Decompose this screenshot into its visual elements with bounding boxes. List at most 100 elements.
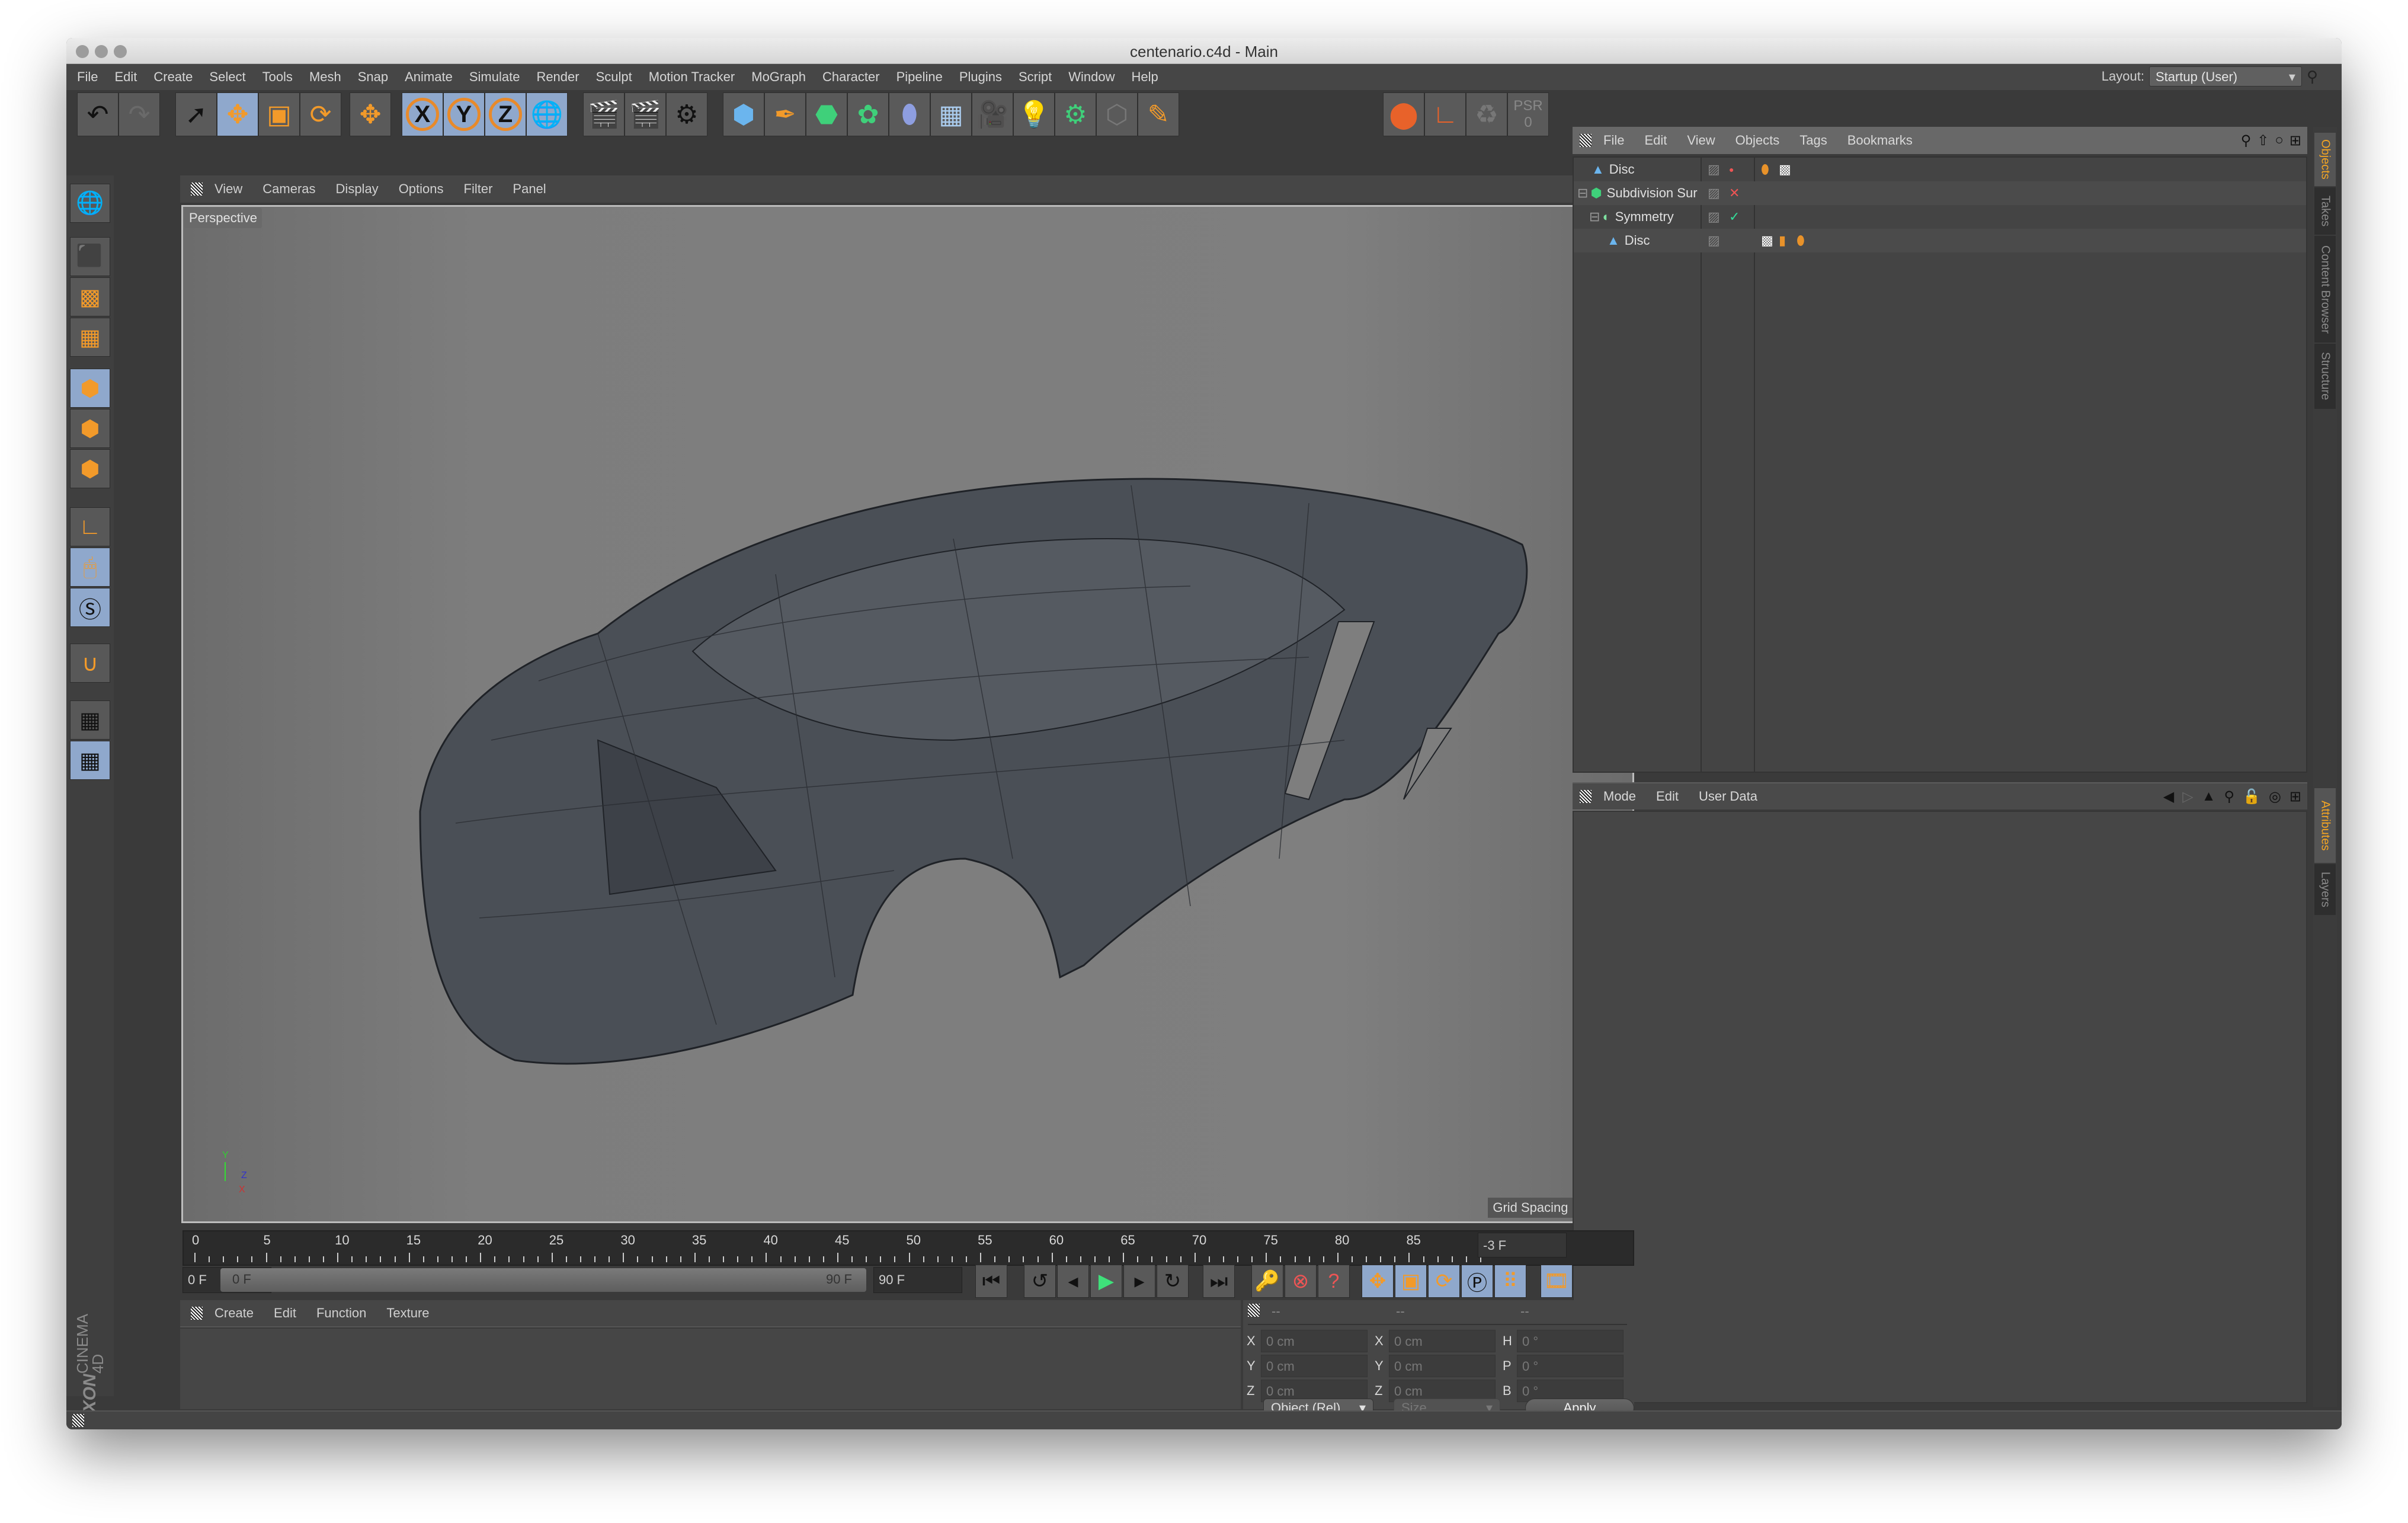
search-icon[interactable]: ⚲ <box>2224 788 2234 805</box>
psr-value-icon[interactable]: PSR 0 <box>1507 92 1549 136</box>
forward-arrow-icon[interactable]: ▷ <box>2182 788 2193 805</box>
lock-icon[interactable]: 🔓 <box>2243 788 2260 805</box>
psr-lock-icon[interactable]: ⬤ <box>1383 92 1424 136</box>
autokey-icon[interactable]: ⊗ <box>1285 1265 1317 1298</box>
viewport-menu-cameras[interactable]: Cameras <box>262 181 315 197</box>
menu-motion-tracker[interactable]: Motion Tracker <box>649 69 735 85</box>
axis-icon[interactable]: ∟ <box>1424 92 1466 136</box>
visibility-dot-icon[interactable]: ● <box>1729 165 1734 174</box>
disabled-x-icon[interactable]: ✕ <box>1729 185 1740 201</box>
object-row[interactable]: ⊟ ◐ Symmetry ▨ ✓ <box>1574 205 2306 229</box>
material-menu-edit[interactable]: Edit <box>274 1306 296 1321</box>
select-tool-icon[interactable]: ➚ <box>175 92 217 136</box>
goto-end-icon[interactable]: ⏭ <box>1203 1265 1235 1298</box>
menu-animate[interactable]: Animate <box>405 69 453 85</box>
render-view-icon[interactable]: 🎬 <box>583 92 625 136</box>
panel-grip-icon[interactable] <box>191 1307 203 1320</box>
world-coordinate-icon[interactable]: 🌐 <box>526 92 568 136</box>
current-frame-field[interactable]: -3 F <box>1478 1233 1567 1258</box>
sketch-icon[interactable]: ✎ <box>1138 92 1179 136</box>
new-panel-icon[interactable]: ⊞ <box>2289 132 2301 149</box>
viewport-menu-view[interactable]: View <box>214 181 242 197</box>
new-panel-icon[interactable]: ⊞ <box>2289 788 2301 805</box>
frame-range-slider[interactable]: 0 F 90 F <box>220 1268 866 1292</box>
panel-grip-icon[interactable] <box>72 1414 84 1427</box>
tab-takes[interactable]: Takes <box>2314 187 2336 235</box>
edges-mode-icon[interactable]: ⬢ <box>70 409 110 448</box>
material-menu-texture[interactable]: Texture <box>386 1306 429 1321</box>
enabled-check-icon[interactable]: ✓ <box>1729 209 1740 225</box>
array-icon[interactable]: ✿ <box>847 92 889 136</box>
viewport-menu-options[interactable]: Options <box>399 181 444 197</box>
menu-simulate[interactable]: Simulate <box>469 69 520 85</box>
attributes-menu-mode[interactable]: Mode <box>1603 789 1636 804</box>
prev-frame-icon[interactable]: ◂ <box>1057 1265 1089 1298</box>
scene-icon[interactable]: ⚙ <box>1055 92 1096 136</box>
record-keys-icon[interactable]: 🔑 <box>1251 1265 1283 1298</box>
size-x-field[interactable]: 0 cm <box>1389 1330 1496 1352</box>
z-axis-button[interactable]: Z <box>485 92 526 136</box>
redo-icon[interactable]: ↷ <box>119 92 160 136</box>
x-axis-button[interactable]: X <box>402 92 443 136</box>
material-menu-create[interactable]: Create <box>214 1306 254 1321</box>
points-mode-icon[interactable]: ⬢ <box>70 369 110 408</box>
solo-icon[interactable]: Ⓢ <box>70 588 110 627</box>
menu-pipeline[interactable]: Pipeline <box>896 69 943 85</box>
viewport-menu-display[interactable]: Display <box>336 181 379 197</box>
goto-start-icon[interactable]: ⏮ <box>975 1265 1007 1298</box>
tweak-icon[interactable]: 🖱 <box>70 548 110 587</box>
play-icon[interactable]: ▶ <box>1090 1265 1122 1298</box>
next-frame-icon[interactable]: ▸ <box>1123 1265 1155 1298</box>
scale-tool-icon[interactable]: ▣ <box>258 92 300 136</box>
rot-h-field[interactable]: 0 ° <box>1517 1330 1624 1352</box>
cube-icon[interactable]: ⬢ <box>723 92 764 136</box>
recycle-icon[interactable]: ♻ <box>1466 92 1507 136</box>
object-name[interactable]: Subdivision Sur <box>1607 185 1698 201</box>
edit-toggle-icon[interactable]: ▨ <box>1708 209 1720 225</box>
panel-grip-icon[interactable] <box>1580 790 1592 803</box>
planar-workplane-icon[interactable]: ▦ <box>70 741 110 780</box>
menu-render[interactable]: Render <box>536 69 579 85</box>
camera-icon[interactable]: 🎥 <box>972 92 1013 136</box>
last-tool-icon[interactable]: ✥ <box>350 92 391 136</box>
menu-tools[interactable]: Tools <box>262 69 293 85</box>
polygons-mode-icon[interactable]: ⬢ <box>70 449 110 488</box>
goto-prev-key-icon[interactable]: ↺ <box>1024 1265 1056 1298</box>
generator-icon[interactable]: ⬡ <box>1096 92 1138 136</box>
object-name[interactable]: Disc <box>1625 233 1650 248</box>
menu-plugins[interactable]: Plugins <box>959 69 1002 85</box>
objects-menu-tags[interactable]: Tags <box>1799 133 1827 148</box>
material-manager[interactable] <box>180 1329 1241 1409</box>
home-icon[interactable]: ⇧ <box>2257 132 2269 149</box>
texture-mode-icon[interactable]: ▩ <box>70 277 110 316</box>
key-rotation-icon[interactable]: ⟳ <box>1428 1265 1460 1298</box>
floor-icon[interactable]: ▦ <box>930 92 972 136</box>
light-icon[interactable]: 💡 <box>1013 92 1055 136</box>
tab-objects[interactable]: Objects <box>2314 133 2336 186</box>
objects-menu-view[interactable]: View <box>1687 133 1715 148</box>
menu-help[interactable]: Help <box>1132 69 1158 85</box>
pen-icon[interactable]: ✒ <box>764 92 806 136</box>
attributes-menu-user-data[interactable]: User Data <box>1699 789 1757 804</box>
objects-menu-bookmarks[interactable]: Bookmarks <box>1847 133 1913 148</box>
up-arrow-icon[interactable]: ▲ <box>2202 788 2216 805</box>
key-pla-icon[interactable]: ⠿ <box>1494 1265 1526 1298</box>
menu-window[interactable]: Window <box>1068 69 1115 85</box>
render-settings-icon[interactable]: ⚙ <box>666 92 707 136</box>
phong-tag-icon[interactable]: ⬮ <box>1797 233 1805 248</box>
rotate-tool-icon[interactable]: ⟳ <box>300 92 341 136</box>
menu-character[interactable]: Character <box>822 69 880 85</box>
objects-menu-edit[interactable]: Edit <box>1644 133 1667 148</box>
object-row[interactable]: ▲ Disc ▨ ▩ ▮ ⬮ <box>1574 229 2306 252</box>
render-picture-viewer-icon[interactable]: 🎬 <box>625 92 666 136</box>
model-mode-icon[interactable]: ⬛ <box>70 237 110 276</box>
scheme-icon[interactable]: 🎞 <box>1541 1265 1573 1298</box>
object-row[interactable]: ▲ Disc ▨ ● ⬮ ▩ <box>1574 158 2306 181</box>
menu-script[interactable]: Script <box>1019 69 1052 85</box>
lock-workplane-icon[interactable]: ▦ <box>70 700 110 740</box>
panel-grip-icon[interactable] <box>191 183 203 196</box>
uvw-tag-icon[interactable]: ▮ <box>1779 233 1786 248</box>
menu-mograph[interactable]: MoGraph <box>751 69 806 85</box>
panel-grip-icon[interactable] <box>1248 1304 1260 1317</box>
key-position-icon[interactable]: ✥ <box>1362 1265 1394 1298</box>
